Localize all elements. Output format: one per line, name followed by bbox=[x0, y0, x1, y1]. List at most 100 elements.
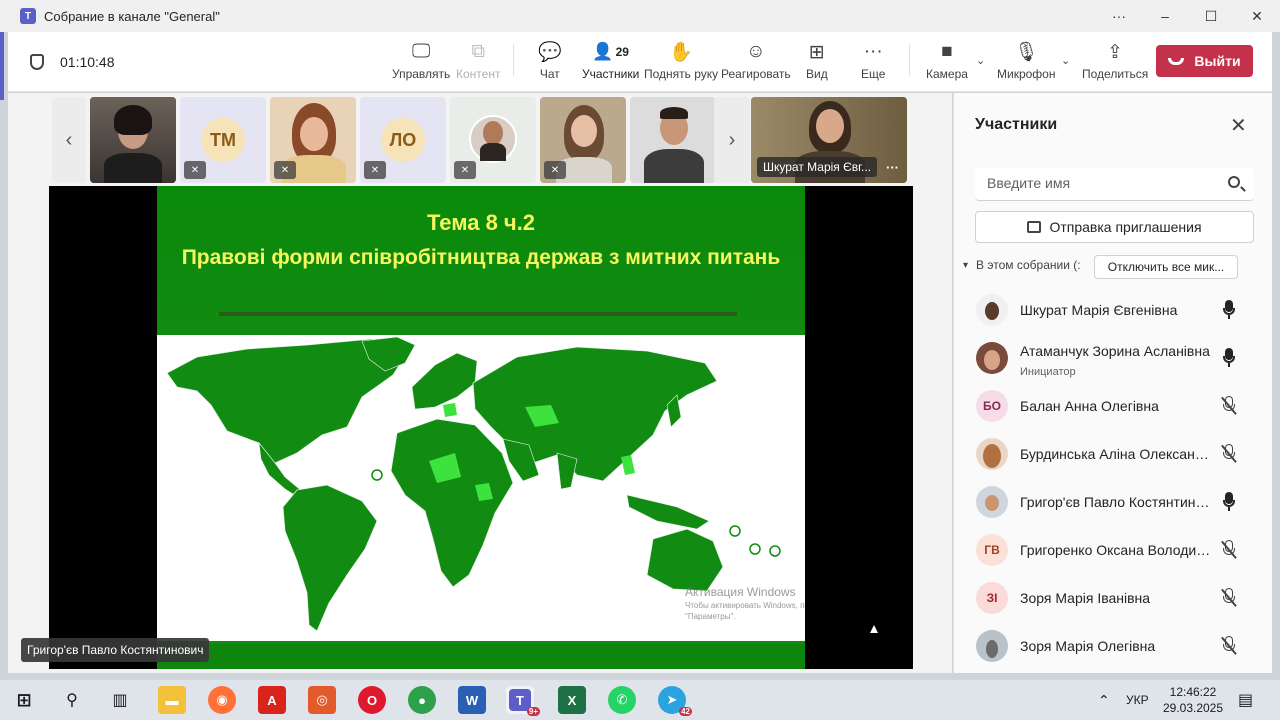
system-clock[interactable]: 12:46:22 29.03.2025 bbox=[1160, 684, 1226, 716]
camera-icon: ■ bbox=[941, 41, 953, 62]
share-tray-icon: ⇪ bbox=[1107, 41, 1124, 63]
clock-date: 29.03.2025 bbox=[1162, 701, 1224, 715]
video-tile[interactable]: ЛО ✕ bbox=[360, 97, 446, 183]
chrome-icon[interactable]: ● bbox=[408, 686, 436, 714]
file-explorer-icon[interactable]: ▬ bbox=[158, 686, 186, 714]
microphone-off-icon bbox=[1221, 540, 1237, 560]
window-more-button[interactable]: ··· bbox=[1096, 0, 1142, 32]
participants-count: 29 bbox=[615, 45, 629, 59]
video-tile[interactable] bbox=[630, 97, 716, 183]
video-tile[interactable] bbox=[90, 97, 176, 183]
share-button[interactable]: ⇪ Поделиться bbox=[1082, 40, 1148, 88]
notifications-icon[interactable]: ▤ bbox=[1238, 680, 1253, 720]
list-item[interactable]: ЗІ Зоря Марія Іванівна bbox=[954, 574, 1273, 622]
muted-mic-icon: ✕ bbox=[184, 161, 206, 179]
microphone-on-icon bbox=[1222, 492, 1236, 512]
camera-label: Камера bbox=[926, 67, 968, 81]
list-item[interactable]: Шкурат Марія Євгенівна bbox=[954, 286, 1273, 334]
manage-icon: 🖵 bbox=[411, 41, 431, 62]
chat-button[interactable]: 💬 Чат bbox=[538, 40, 562, 88]
app-eye-icon[interactable]: ◎ bbox=[308, 686, 336, 714]
microphone-button[interactable]: 🎙 Микрофон bbox=[997, 40, 1055, 88]
content-button[interactable]: ⧉ Контент bbox=[456, 40, 500, 88]
list-item[interactable]: ГВ Григоренко Оксана Володимирівна bbox=[954, 526, 1273, 574]
excel-icon[interactable]: X bbox=[558, 686, 586, 714]
react-button[interactable]: ☺ Реагировать bbox=[721, 40, 791, 88]
list-item[interactable]: Атаманчук Зорина Асланівна Инициатор bbox=[954, 334, 1273, 382]
camera-options-chevron-icon[interactable]: ⌄ bbox=[976, 54, 985, 67]
share-invite-icon bbox=[1027, 221, 1042, 233]
in-meeting-section[interactable]: ▾ В этом собрании (: bbox=[963, 258, 1081, 272]
search-icon[interactable]: ⚲ bbox=[58, 686, 86, 714]
windows-activation-text: Чтобы активировать Windows, перейдите в … bbox=[685, 601, 805, 621]
camera-button[interactable]: ■ Камера bbox=[926, 40, 968, 88]
firefox-icon[interactable]: ◉ bbox=[208, 686, 236, 714]
telegram-icon[interactable]: ➤ 42 bbox=[658, 686, 692, 716]
leave-button[interactable]: Выйти bbox=[1156, 45, 1253, 77]
featured-video-tile[interactable]: Шкурат Марія Євг... ··· bbox=[751, 97, 907, 183]
raise-hand-button[interactable]: ✋ Поднять руку bbox=[644, 40, 718, 88]
list-item[interactable]: Бурдинська Аліна Олександрівна bbox=[954, 430, 1273, 478]
chat-label: Чат bbox=[539, 67, 560, 81]
presentation-slide: Тема 8 ч.2 Правові форми співробітництва… bbox=[157, 186, 805, 669]
video-tile[interactable]: ✕ bbox=[450, 97, 536, 183]
manage-button[interactable]: 🖵 Управлять bbox=[392, 40, 450, 88]
meeting-toolbar: 01:10:48 🖵 Управлять ⧉ Контент 💬 Чат 👤 29… bbox=[8, 32, 1272, 95]
list-item[interactable]: Зоря Марія Олегівна bbox=[954, 622, 1273, 670]
more-button[interactable]: ··· Еще bbox=[861, 40, 885, 88]
participant-role: Инициатор bbox=[1020, 366, 1076, 378]
content-icon: ⧉ bbox=[471, 41, 486, 62]
view-button[interactable]: ⊞ Вид bbox=[806, 40, 828, 88]
featured-name-tag: Шкурат Марія Євг... bbox=[757, 157, 878, 177]
tile-more-icon[interactable]: ··· bbox=[886, 160, 899, 175]
participant-name: Григоренко Оксана Володимирівна bbox=[1020, 542, 1212, 558]
avatar: БО bbox=[976, 390, 1008, 422]
more-label: Еще bbox=[861, 67, 886, 81]
task-view-icon[interactable]: ▥ bbox=[106, 686, 134, 714]
video-tile[interactable]: ✕ bbox=[540, 97, 626, 183]
participants-label: Участники bbox=[582, 67, 640, 81]
avatar bbox=[976, 486, 1008, 518]
maximize-button[interactable]: ☐ bbox=[1188, 0, 1234, 32]
strip-prev-arrow-icon[interactable]: ‹ bbox=[52, 97, 86, 183]
mic-options-chevron-icon[interactable]: ⌄ bbox=[1061, 54, 1070, 67]
participants-button[interactable]: 👤 29 Участники bbox=[582, 40, 640, 95]
acrobat-icon[interactable]: A bbox=[258, 686, 286, 714]
list-item[interactable]: БО Балан Анна Олегівна bbox=[954, 382, 1273, 430]
video-tile[interactable]: ТМ ✕ bbox=[180, 97, 266, 183]
close-panel-icon[interactable]: ✕ bbox=[1230, 113, 1247, 138]
windows-activation-title: Активация Windows bbox=[685, 585, 796, 599]
opera-icon[interactable]: O bbox=[358, 686, 386, 714]
microphone-off-icon bbox=[1221, 396, 1237, 416]
shared-screen: Тема 8 ч.2 Правові форми співробітництва… bbox=[49, 186, 913, 669]
avatar: ТМ bbox=[201, 118, 245, 162]
search-icon[interactable] bbox=[1228, 176, 1240, 188]
language-indicator[interactable]: УКР bbox=[1126, 680, 1149, 720]
view-label: Вид bbox=[806, 67, 828, 81]
windows-start-icon[interactable]: ⊞ bbox=[10, 686, 38, 714]
participant-search[interactable] bbox=[975, 168, 1254, 201]
tray-chevron-up-icon[interactable]: ⌃ bbox=[1098, 680, 1110, 720]
mute-all-button[interactable]: Отключить все мик... bbox=[1094, 255, 1238, 279]
section-label: В этом собрании (: bbox=[976, 258, 1081, 272]
avatar: ЗІ bbox=[976, 582, 1008, 614]
word-icon[interactable]: W bbox=[458, 686, 486, 714]
teams-icon[interactable]: T 9+ bbox=[506, 686, 540, 716]
clock-time: 12:46:22 bbox=[1169, 685, 1217, 699]
close-window-button[interactable]: ✕ bbox=[1234, 0, 1280, 32]
grid-icon: ⊞ bbox=[808, 41, 825, 63]
participants-panel: Участники ✕ Отправка приглашения ▾ В это… bbox=[953, 93, 1272, 673]
window-title: Собрание в канале "General" bbox=[44, 8, 220, 24]
strip-next-arrow-icon[interactable]: › bbox=[714, 97, 750, 183]
invite-button[interactable]: Отправка приглашения bbox=[975, 211, 1254, 243]
search-input[interactable] bbox=[987, 175, 1207, 191]
microphone-off-icon bbox=[1221, 636, 1237, 656]
list-item[interactable]: Григор'єв Павло Костянтинович bbox=[954, 478, 1273, 526]
meeting-timer: 01:10:48 bbox=[30, 54, 115, 70]
muted-mic-icon: ✕ bbox=[274, 161, 296, 179]
video-tile[interactable]: ✕ bbox=[270, 97, 356, 183]
minimize-button[interactable]: – bbox=[1142, 0, 1188, 32]
whatsapp-icon[interactable]: ✆ bbox=[608, 686, 636, 714]
world-map: Активация Windows Чтобы активировать Win… bbox=[157, 335, 805, 641]
toolbar-divider bbox=[513, 44, 514, 76]
